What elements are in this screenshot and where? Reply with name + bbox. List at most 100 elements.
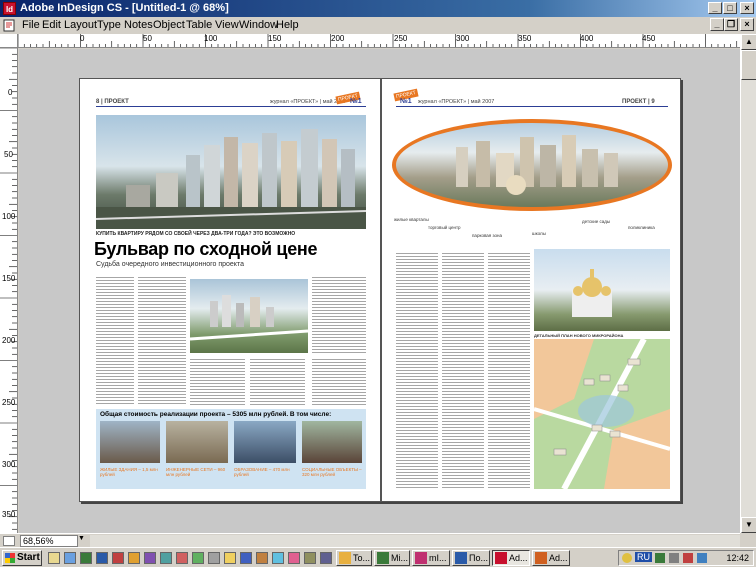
taskbar-item[interactable]: mI... (412, 550, 450, 566)
language-indicator[interactable]: RU (635, 552, 652, 562)
quicklaunch-app-icon[interactable] (176, 552, 188, 564)
text-column[interactable] (96, 277, 134, 377)
taskbar-item[interactable]: Ad... (532, 550, 570, 566)
doc-restore-button[interactable]: ❐ (724, 18, 738, 31)
menu-object[interactable]: Object (153, 17, 185, 34)
window-title: Adobe InDesign CS - [Untitled-1 @ 68%] (20, 2, 229, 14)
text-column[interactable] (312, 359, 366, 405)
cost-infobox[interactable]: Общая стоимость реализации проекта – 530… (96, 409, 366, 489)
zoom-dropdown-icon[interactable]: ▼ (78, 535, 88, 547)
tray-icon[interactable] (655, 553, 665, 563)
quicklaunch-folder-icon[interactable] (48, 552, 60, 564)
menu-table[interactable]: Table (186, 17, 212, 34)
right-page[interactable]: ПРОЕКТ №1 журнал «ПРОЕКТ» | май 2007 ПРО… (381, 78, 681, 502)
maximize-button[interactable]: □ (723, 2, 737, 14)
scroll-down-button[interactable]: ▼ (741, 517, 756, 533)
left-page[interactable]: 8 | ПРОЕКТ журнал «ПРОЕКТ» | май 2007 ПР… (79, 78, 381, 502)
quicklaunch-app-icon[interactable] (192, 552, 204, 564)
close-button[interactable]: × (740, 2, 754, 14)
quicklaunch-app-icon[interactable] (256, 552, 268, 564)
volume-icon[interactable] (669, 553, 679, 563)
quicklaunch-app-icon[interactable] (304, 552, 316, 564)
start-button[interactable]: Start (2, 550, 42, 566)
text-column[interactable] (190, 359, 245, 405)
text-column[interactable] (250, 359, 305, 405)
menu-help[interactable]: Help (276, 17, 299, 34)
oval-panorama-photo (396, 123, 668, 207)
menu-window[interactable]: Window (239, 17, 278, 34)
text-column[interactable] (138, 379, 186, 405)
ruler-label: 300 (456, 34, 470, 43)
text-column[interactable] (488, 253, 530, 489)
taskbar-item[interactable]: По... (452, 550, 490, 566)
text-column[interactable] (442, 253, 484, 489)
quicklaunch-app-icon[interactable] (240, 552, 252, 564)
quicklaunch-app-icon[interactable] (288, 552, 300, 564)
doc-close-button[interactable]: × (740, 18, 754, 31)
document-icon[interactable] (3, 19, 17, 32)
oval-panorama-frame[interactable] (392, 119, 672, 211)
text-column[interactable] (138, 277, 186, 377)
network-icon[interactable] (697, 553, 707, 563)
taskbar-app-icon (377, 552, 389, 564)
ruler-origin[interactable] (0, 34, 18, 48)
taskbar-app-icon (415, 552, 427, 564)
site-plan-map[interactable] (534, 339, 670, 489)
vertical-scrollbar[interactable]: ▲ ▼ (740, 34, 756, 533)
district-render-photo[interactable] (190, 279, 308, 353)
cost-photo-2[interactable] (166, 421, 228, 463)
horizontal-ruler[interactable]: 0 50 100 150 200 250 300 350 400 450 (18, 34, 740, 48)
menu-file[interactable]: File (22, 17, 40, 34)
text-column[interactable] (312, 277, 366, 353)
taskbar-item-label: Ad... (509, 553, 528, 563)
header-rule (396, 106, 668, 107)
menu-layout[interactable]: Layout (64, 17, 97, 34)
taskbar-app-icon (495, 552, 507, 564)
quicklaunch-app-icon[interactable] (112, 552, 124, 564)
quicklaunch-app-icon[interactable] (128, 552, 140, 564)
quicklaunch-app-icon[interactable] (272, 552, 284, 564)
ruler-label: 50 (143, 34, 152, 43)
tray-icon[interactable] (683, 553, 693, 563)
menu-view[interactable]: View (215, 17, 239, 34)
quicklaunch-app-icon[interactable] (144, 552, 156, 564)
horizontal-scrollbar[interactable] (90, 535, 740, 547)
pasteboard[interactable]: 8 | ПРОЕКТ журнал «ПРОЕКТ» | май 2007 ПР… (19, 49, 740, 533)
menu-type[interactable]: Type (97, 17, 121, 34)
menu-notes[interactable]: Notes (124, 17, 153, 34)
zoom-field[interactable]: 68,56% (20, 535, 78, 547)
vertical-ruler[interactable]: 0 50 100 150 200 250 300 350 (0, 48, 18, 533)
taskbar-item-active[interactable]: Ad... (492, 550, 530, 566)
quicklaunch-app-icon[interactable] (208, 552, 220, 564)
title-bar[interactable]: Id Adobe InDesign CS - [Untitled-1 @ 68%… (0, 0, 756, 17)
article-headline[interactable]: Бульвар по сходной цене (94, 239, 318, 260)
ruler-label: 350 (518, 34, 532, 43)
quicklaunch-app-icon[interactable] (320, 552, 332, 564)
right-folio: ПРОЕКТ | 9 (622, 99, 655, 105)
skyline-photo[interactable] (96, 115, 366, 229)
cost-photo-1[interactable] (100, 421, 160, 463)
church-photo[interactable] (534, 249, 670, 331)
taskbar-item[interactable]: Mi... (374, 550, 410, 566)
quicklaunch-app-icon[interactable] (224, 552, 236, 564)
tray-icon[interactable] (622, 553, 632, 563)
menu-edit[interactable]: Edit (42, 17, 61, 34)
quicklaunch-app-icon[interactable] (160, 552, 172, 564)
quicklaunch-word-icon[interactable] (96, 552, 108, 564)
taskbar-item[interactable]: To... (336, 550, 372, 566)
scroll-thumb[interactable] (741, 50, 756, 80)
quicklaunch-excel-icon[interactable] (80, 552, 92, 564)
cost-photo-4[interactable] (302, 421, 362, 463)
quicklaunch-browser-icon[interactable] (64, 552, 76, 564)
doc-minimize-button[interactable]: _ (710, 18, 724, 31)
right-header-text: журнал «ПРОЕКТ» | май 2007 (418, 99, 495, 105)
text-column[interactable] (396, 253, 438, 489)
scroll-up-button[interactable]: ▲ (741, 34, 756, 50)
panorama-label-4: школы (532, 231, 546, 236)
page-nav-icon[interactable] (3, 536, 15, 546)
clock[interactable]: 12:42 (726, 551, 749, 565)
panorama-label-2: торговый центр (428, 225, 461, 230)
text-column[interactable] (96, 379, 134, 405)
cost-photo-3[interactable] (234, 421, 296, 463)
minimize-button[interactable]: _ (708, 2, 722, 14)
